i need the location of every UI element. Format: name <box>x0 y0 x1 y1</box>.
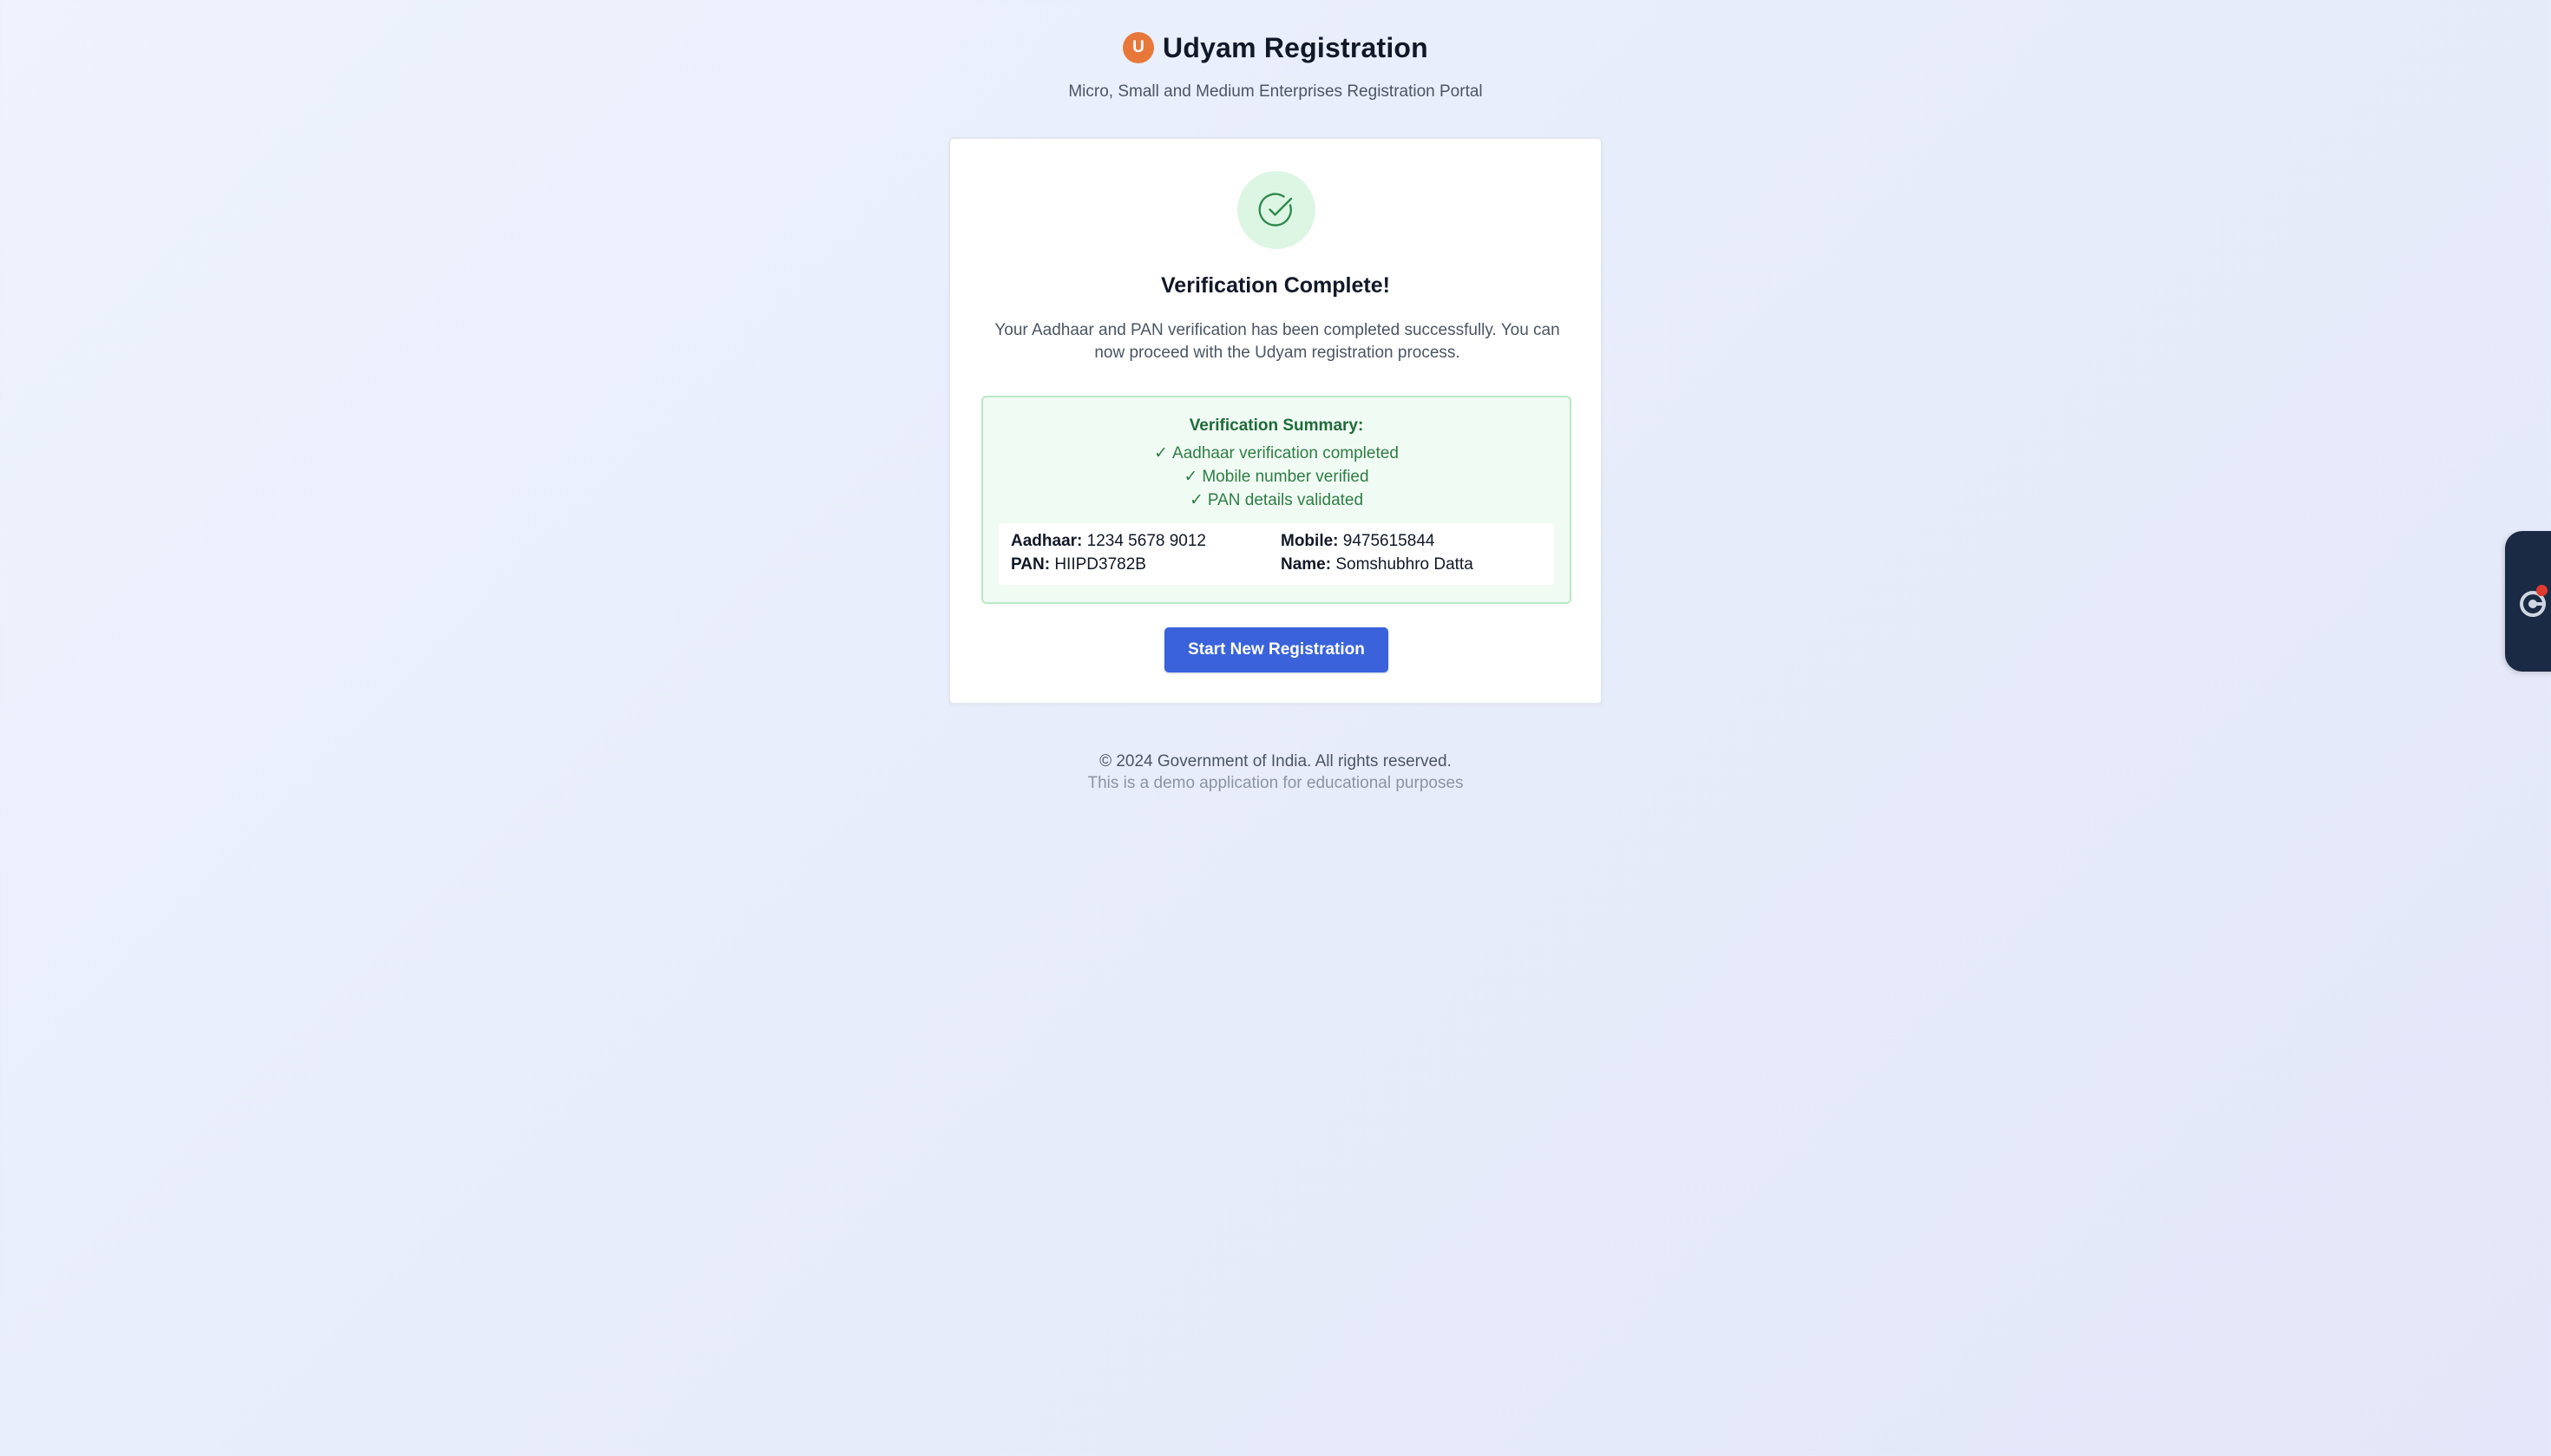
pan-value: HIIPD3782B <box>1054 555 1146 574</box>
aadhaar-detail: Aadhaar: 1234 5678 9012 <box>1011 532 1206 551</box>
aadhaar-value: 1234 5678 9012 <box>1086 532 1207 550</box>
summary-item: ✓ Aadhaar verification completed <box>983 442 1570 465</box>
page-title: Udyam Registration <box>1163 31 1428 63</box>
checkmark-icon: ✓ <box>1184 468 1198 486</box>
page-subtitle: Micro, Small and Medium Enterprises Regi… <box>1068 82 1483 101</box>
name-label: Name: <box>1281 555 1332 574</box>
summary-item: ✓ Mobile number verified <box>983 465 1570 489</box>
checkmark-icon: ✓ <box>1189 491 1203 509</box>
mobile-value: 9475615844 <box>1342 532 1435 550</box>
name-detail: Name: Somshubhro Datta <box>1281 555 1473 574</box>
start-new-registration-button[interactable]: Start New Registration <box>1164 627 1388 672</box>
mobile-label: Mobile: <box>1281 532 1339 550</box>
checkmark-icon: ✓ <box>1154 444 1169 462</box>
footer-copyright: © 2024 Government of India. All rights r… <box>1099 752 1452 771</box>
summary-list: ✓ Aadhaar verification completed ✓ Mobile … <box>983 442 1570 512</box>
verification-message: Your Aadhaar and PAN verification has be… <box>994 321 1560 362</box>
footer-note: This is a demo application for education… <box>1087 774 1464 792</box>
brand-logo: U <box>1123 32 1155 63</box>
verification-card: Verification Complete! Your Aadhaar and … <box>948 137 1603 705</box>
summary-item: ✓ PAN details validated <box>983 489 1570 512</box>
assistant-widget[interactable] <box>2505 531 2551 672</box>
summary-item-label: Mobile number verified <box>1202 468 1369 486</box>
mobile-detail: Mobile: 9475615844 <box>1281 532 1434 551</box>
pan-detail: PAN: HIIPD3782B <box>1011 555 1146 574</box>
summary-item-label: PAN details validated <box>1207 491 1364 509</box>
verified-details: Aadhaar: 1234 5678 9012 Mobile: 94756158… <box>999 523 1554 585</box>
summary-item-label: Aadhaar verification completed <box>1172 444 1399 462</box>
pan-label: PAN: <box>1011 555 1051 574</box>
brand: U Udyam Registration <box>0 30 2551 66</box>
notification-dot <box>2536 585 2548 596</box>
summary-title: Verification Summary: <box>1189 416 1364 435</box>
check-circle-icon <box>1237 171 1315 249</box>
name-value: Somshubhro Datta <box>1335 555 1473 574</box>
aadhaar-label: Aadhaar: <box>1011 532 1083 550</box>
verification-title: Verification Complete! <box>1161 273 1390 298</box>
verification-summary: Verification Summary: ✓ Aadhaar verificat… <box>981 396 1571 604</box>
